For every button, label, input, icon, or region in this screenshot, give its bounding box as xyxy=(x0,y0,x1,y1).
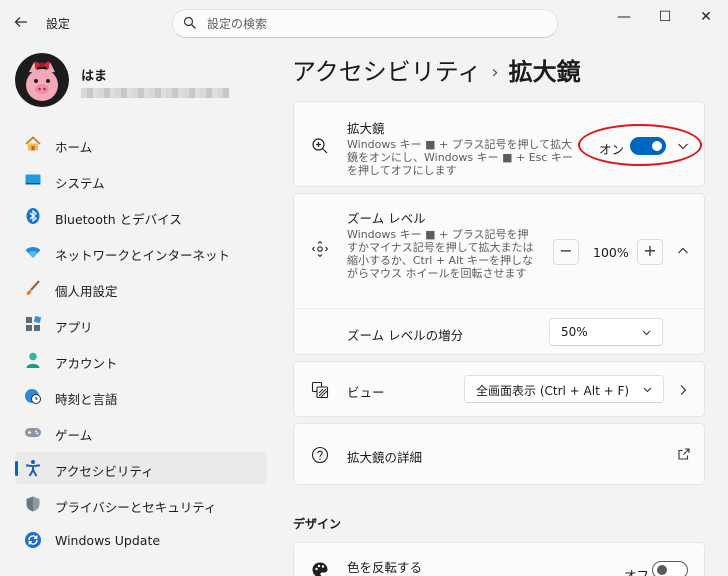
sidebar-item-label: アプリ xyxy=(55,320,93,335)
back-button[interactable] xyxy=(10,12,32,32)
globe-clock-icon xyxy=(25,389,41,404)
zoom-increment-select[interactable]: 50% xyxy=(549,318,663,346)
sidebar-item-time-language[interactable]: 時刻と言語 xyxy=(15,380,267,412)
invert-colors-state-label: オフ xyxy=(624,568,650,576)
sidebar-item-label: ゲーム xyxy=(55,428,93,443)
search-input[interactable] xyxy=(207,15,537,33)
magnifier-state-label: オン xyxy=(599,142,625,157)
magnifier-title: 拡大鏡 xyxy=(347,121,385,136)
home-icon xyxy=(25,136,41,151)
sidebar-item-bluetooth[interactable]: Bluetooth とデバイス xyxy=(15,200,267,232)
chevron-down-icon xyxy=(642,330,651,336)
sidebar-item-label: システム xyxy=(55,176,105,191)
magnifier-card: 拡大鏡 Windows キー ■ + プラス記号を押して拡大鏡をオンにし、Win… xyxy=(293,101,705,187)
zoom-level-title: ズーム レベル xyxy=(347,211,426,226)
search-icon xyxy=(183,16,196,29)
sidebar-item-label: Windows Update xyxy=(55,533,161,548)
accessibility-icon xyxy=(25,460,41,477)
sidebar-item-accounts[interactable]: アカウント xyxy=(15,344,267,376)
title-bar: 設定 — ☐ ✕ xyxy=(0,0,728,44)
magnifier-description: Windows キー ■ + プラス記号を押して拡大鏡をオンにし、Windows… xyxy=(347,138,573,177)
design-section-title: デザイン xyxy=(293,517,342,531)
apps-icon xyxy=(26,315,42,331)
chevron-down-icon xyxy=(643,387,652,393)
sidebar-item-label: Bluetooth とデバイス xyxy=(55,212,182,227)
invert-colors-toggle[interactable] xyxy=(652,561,688,576)
zoom-increment-label: ズーム レベルの増分 xyxy=(347,328,464,343)
pig-avatar-icon xyxy=(15,53,69,107)
minimize-button[interactable]: — xyxy=(609,6,639,28)
magnifier-details-card[interactable]: 拡大鏡の詳細 xyxy=(293,423,705,485)
sidebar-item-privacy[interactable]: プライバシーとセキュリティ xyxy=(15,488,267,520)
sidebar-item-system[interactable]: システム xyxy=(15,164,267,196)
account-icon xyxy=(26,352,40,368)
magnifier-details-title: 拡大鏡の詳細 xyxy=(347,450,423,465)
sidebar-item-apps[interactable]: アプリ xyxy=(15,308,267,340)
help-icon xyxy=(311,446,329,464)
sidebar-item-network[interactable]: ネットワークとインターネット xyxy=(15,236,267,268)
breadcrumb-separator: › xyxy=(491,62,499,83)
sidebar-item-home[interactable]: ホーム xyxy=(15,128,267,160)
view-select[interactable]: 全画面表示 (Ctrl + Alt + F) xyxy=(464,375,664,403)
zoom-arrows-icon xyxy=(312,241,328,257)
sidebar-item-gaming[interactable]: ゲーム xyxy=(15,416,267,448)
shield-icon xyxy=(26,496,40,512)
back-arrow-icon xyxy=(14,17,27,27)
view-card: ビュー 全画面表示 (Ctrl + Alt + F) xyxy=(293,361,705,417)
palette-icon xyxy=(312,562,328,576)
brush-icon xyxy=(26,280,40,295)
sidebar-item-label: ホーム xyxy=(55,140,93,155)
user-email-redacted xyxy=(81,88,229,98)
zoom-increment-value: 50% xyxy=(561,325,588,339)
zoom-in-icon xyxy=(312,138,328,154)
view-title: ビュー xyxy=(347,385,385,400)
invert-colors-card: 色を反転する オフ xyxy=(293,542,705,576)
breadcrumb-parent[interactable]: アクセシビリティ xyxy=(292,58,481,86)
sidebar-item-personalization[interactable]: 個人用設定 xyxy=(15,272,267,304)
sidebar-item-label: アクセシビリティ xyxy=(55,464,154,479)
sidebar-item-label: プライバシーとセキュリティ xyxy=(55,500,217,515)
zoom-increase-button[interactable]: + xyxy=(637,239,663,265)
system-icon xyxy=(25,174,41,185)
sidebar-nav: ホーム システム Bluetooth とデバイス ネットワークとインターネット … xyxy=(15,128,267,560)
chevron-up-icon[interactable] xyxy=(676,244,690,258)
zoom-level-value: 100% xyxy=(593,245,629,260)
zoom-level-description: Windows キー ■ + プラス記号を押すかマイナス記号を押して拡大または縮… xyxy=(347,228,534,280)
chevron-right-icon[interactable] xyxy=(676,383,690,397)
zoom-decrease-button[interactable]: − xyxy=(553,239,579,265)
sidebar-item-label: 個人用設定 xyxy=(55,284,118,299)
sidebar-item-windows-update[interactable]: Windows Update xyxy=(15,524,267,556)
avatar[interactable] xyxy=(15,53,69,107)
view-value: 全画面表示 (Ctrl + Alt + F) xyxy=(476,384,630,398)
chevron-down-icon[interactable] xyxy=(676,139,690,153)
divider xyxy=(294,308,704,309)
bluetooth-icon xyxy=(26,208,40,224)
sidebar-item-accessibility[interactable]: アクセシビリティ xyxy=(15,452,267,484)
external-link-icon xyxy=(678,448,690,460)
sidebar-item-label: 時刻と言語 xyxy=(55,392,118,407)
breadcrumb: アクセシビリティ › 拡大鏡 xyxy=(292,52,581,87)
page-title: 拡大鏡 xyxy=(508,58,581,86)
sidebar-item-label: ネットワークとインターネット xyxy=(55,248,231,263)
sidebar-item-label: アカウント xyxy=(55,356,118,371)
update-icon xyxy=(25,532,41,548)
view-icon xyxy=(311,381,329,399)
user-name: はま xyxy=(81,69,108,84)
close-button[interactable]: ✕ xyxy=(691,6,721,28)
search-box[interactable] xyxy=(172,9,558,38)
zoom-level-card: ズーム レベル Windows キー ■ + プラス記号を押すかマイナス記号を押… xyxy=(293,193,705,355)
invert-colors-title: 色を反転する xyxy=(347,560,423,575)
magnifier-toggle[interactable] xyxy=(630,137,666,155)
maximize-button[interactable]: ☐ xyxy=(650,6,680,28)
wifi-icon xyxy=(25,247,41,258)
gamepad-icon xyxy=(25,428,41,437)
app-title: 設定 xyxy=(46,17,71,31)
